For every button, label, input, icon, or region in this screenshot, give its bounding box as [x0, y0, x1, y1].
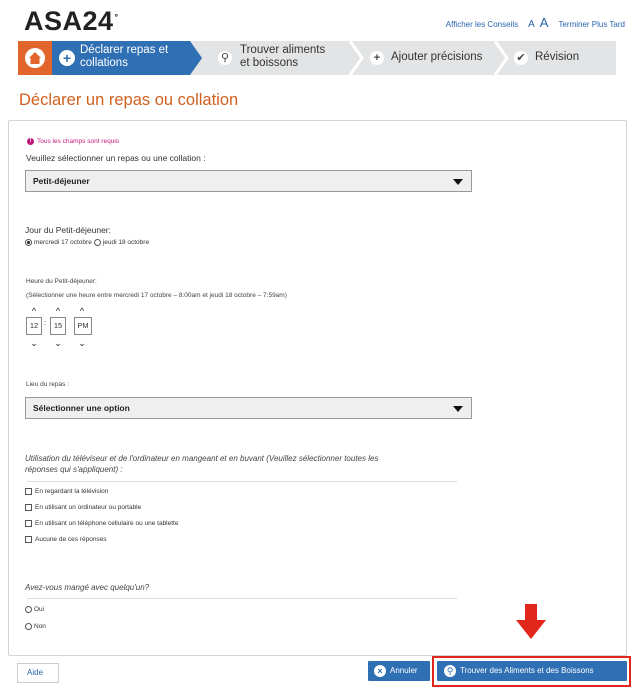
top-links: Afficher les Conseils A A Terminer Plus … [446, 15, 625, 30]
day-option-label: mercredi 17 octobre [34, 239, 92, 246]
app-logo: ASA24° [24, 6, 119, 37]
time-label: Heure du Petit-déjeuner: [26, 278, 97, 285]
checkbox[interactable] [25, 520, 32, 527]
screen-option-computer[interactable]: En utilisant un ordinateur ou portable [25, 504, 141, 511]
screen-option-phone[interactable]: En utilisant un téléphone cellulaire ou … [25, 520, 178, 527]
home-icon [25, 48, 45, 68]
step-report-meals-label: Déclarer repas et collations [80, 44, 169, 69]
meal-type-label: Veuillez sélectionner un repas ou une co… [26, 153, 206, 163]
ampm-down-button[interactable]: ⌄ [74, 339, 90, 348]
minute-up-button[interactable]: ^ [50, 307, 66, 316]
time-separator: : [44, 320, 46, 327]
minute-field[interactable]: 15 [50, 317, 66, 335]
company-question: Avez-vous mangé avec quelqu'un? [25, 583, 150, 592]
close-icon: × [374, 665, 386, 677]
screen-option-tv[interactable]: En regardant la télévision [25, 488, 108, 495]
step-divider [348, 41, 364, 75]
step-divider [493, 41, 509, 75]
plus-icon: + [59, 50, 75, 66]
company-radio-no[interactable] [25, 623, 32, 630]
step-find-foods[interactable]: ⚲ Trouver aliments et boissons [210, 41, 350, 75]
cancel-button[interactable]: × Annuler [368, 661, 430, 681]
logo-text: ASA24 [24, 6, 114, 36]
location-label: Lieu du repas : [26, 381, 70, 388]
step-find-foods-label: Trouver aliments et boissons [240, 44, 326, 69]
checkbox[interactable] [25, 488, 32, 495]
day-option-label: jeudi 18 octobre [102, 239, 150, 246]
day-radio-thursday[interactable] [93, 239, 101, 246]
hour-down-button[interactable]: ⌄ [26, 339, 42, 348]
company-option-no[interactable]: Non [25, 623, 46, 630]
step-review[interactable]: ✔ Révision [508, 41, 608, 75]
step-add-details[interactable]: + Ajouter précisions [364, 41, 494, 75]
company-radio-yes[interactable] [25, 606, 32, 613]
step-report-meals[interactable]: + Déclarer repas et collations [52, 41, 202, 75]
day-label: Jour du Petit-déjeuner: [25, 225, 111, 235]
day-options: mercredi 17 octobre jeudi 18 octobre [25, 239, 149, 246]
screen-option-none[interactable]: Aucune de ces réponses [25, 536, 107, 543]
location-select[interactable]: Sélectionner une option [25, 397, 472, 419]
required-icon: ! [27, 138, 34, 145]
meal-type-select[interactable]: Petit-déjeuner [25, 170, 472, 192]
divider [27, 481, 457, 482]
logo-mark: ° [114, 12, 119, 22]
minute-down-button[interactable]: ⌄ [50, 339, 66, 348]
ampm-field[interactable]: PM [74, 317, 92, 335]
search-icon: ⚲ [218, 51, 232, 65]
step-review-label: Révision [535, 51, 580, 63]
progress-steps: + Déclarer repas et collations ⚲ Trouver… [18, 41, 616, 75]
font-size-large-button[interactable]: A [540, 15, 549, 30]
highlight-box [432, 656, 631, 687]
hour-up-button[interactable]: ^ [26, 307, 42, 316]
font-size-small-button[interactable]: A [528, 19, 535, 30]
finish-later-link[interactable]: Terminer Plus Tard [558, 20, 625, 29]
plus-icon: + [370, 51, 384, 65]
chevron-down-icon [453, 179, 463, 185]
screen-use-question: Utilisation du téléviseur et de l'ordina… [25, 454, 379, 474]
arrow-down-icon [516, 604, 546, 639]
step-add-details-label: Ajouter précisions [391, 51, 483, 63]
chevron-down-icon [453, 406, 463, 412]
required-note: ! Tous les champs sont requis [27, 138, 119, 145]
check-icon: ✔ [514, 51, 528, 65]
day-radio-wednesday[interactable] [25, 239, 32, 246]
checkbox[interactable] [25, 536, 32, 543]
checkbox[interactable] [25, 504, 32, 511]
ampm-up-button[interactable]: ^ [74, 307, 90, 316]
home-button[interactable] [18, 41, 52, 75]
help-button[interactable]: Aide [17, 663, 59, 683]
show-tips-link[interactable]: Afficher les Conseils [446, 20, 518, 29]
hour-field[interactable]: 12 [26, 317, 42, 335]
meal-form: ! Tous les champs sont requis Veuillez s… [8, 120, 627, 656]
time-hint: (Sélectionner une heure entre mercredi 1… [26, 292, 287, 299]
company-option-yes[interactable]: Oui [25, 606, 44, 613]
divider [27, 598, 457, 599]
page-title: Déclarer un repas ou collation [19, 91, 239, 109]
